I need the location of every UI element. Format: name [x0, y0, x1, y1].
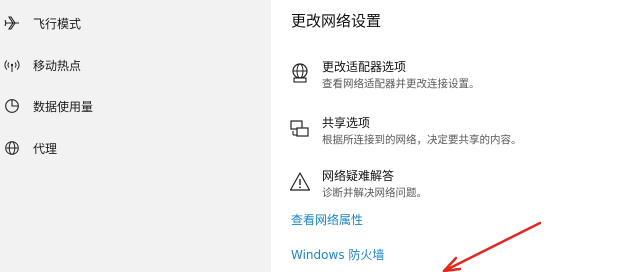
- settings-window: 飞行模式 移动热点 数据使用量 代理 更改网络设置 更改适配器选项 查看网络适配…: [0, 0, 640, 272]
- globe-icon: [4, 140, 20, 156]
- option-title[interactable]: 共享选项: [322, 114, 370, 131]
- option-description: 根据所连接到的网络，决定要共享的内容。: [322, 134, 522, 146]
- windows-firewall-link[interactable]: Windows 防火墙: [291, 246, 384, 263]
- sidebar-item-label: 数据使用量: [33, 99, 94, 114]
- option-description: 诊断并解决网络问题。: [322, 187, 427, 199]
- adapter-globe-icon: [289, 62, 311, 84]
- sidebar: 飞行模式 移动热点 数据使用量 代理: [0, 0, 271, 272]
- sharing-icon: [289, 118, 311, 140]
- network-troubleshooter[interactable]: 网络疑难解答 诊断并解决网络问题。: [289, 167, 629, 207]
- page-title: 更改网络设置: [291, 12, 382, 30]
- warning-icon: [289, 171, 311, 193]
- option-description: 查看网络适配器并更改连接设置。: [322, 78, 480, 90]
- change-adapter-options[interactable]: 更改适配器选项 查看网络适配器并更改连接设置。: [289, 58, 629, 98]
- data-usage-icon: [4, 98, 20, 114]
- view-network-properties-link[interactable]: 查看网络属性: [291, 211, 363, 228]
- sidebar-item-label: 移动热点: [33, 58, 82, 73]
- sidebar-item-mobile-hotspot[interactable]: 移动热点: [0, 46, 271, 84]
- main-content: 更改网络设置 更改适配器选项 查看网络适配器并更改连接设置。 共享选项 根据所连…: [271, 0, 640, 272]
- airplane-icon: [4, 15, 20, 31]
- sidebar-item-proxy[interactable]: 代理: [0, 129, 271, 167]
- sidebar-item-label: 代理: [33, 141, 58, 156]
- sharing-options[interactable]: 共享选项 根据所连接到的网络，决定要共享的内容。: [289, 114, 629, 154]
- sidebar-item-airplane-mode[interactable]: 飞行模式: [0, 4, 271, 42]
- option-title[interactable]: 更改适配器选项: [322, 58, 406, 75]
- hotspot-icon: [4, 57, 20, 73]
- sidebar-item-data-usage[interactable]: 数据使用量: [0, 87, 271, 125]
- sidebar-item-label: 飞行模式: [33, 16, 82, 31]
- option-title[interactable]: 网络疑难解答: [322, 167, 394, 184]
